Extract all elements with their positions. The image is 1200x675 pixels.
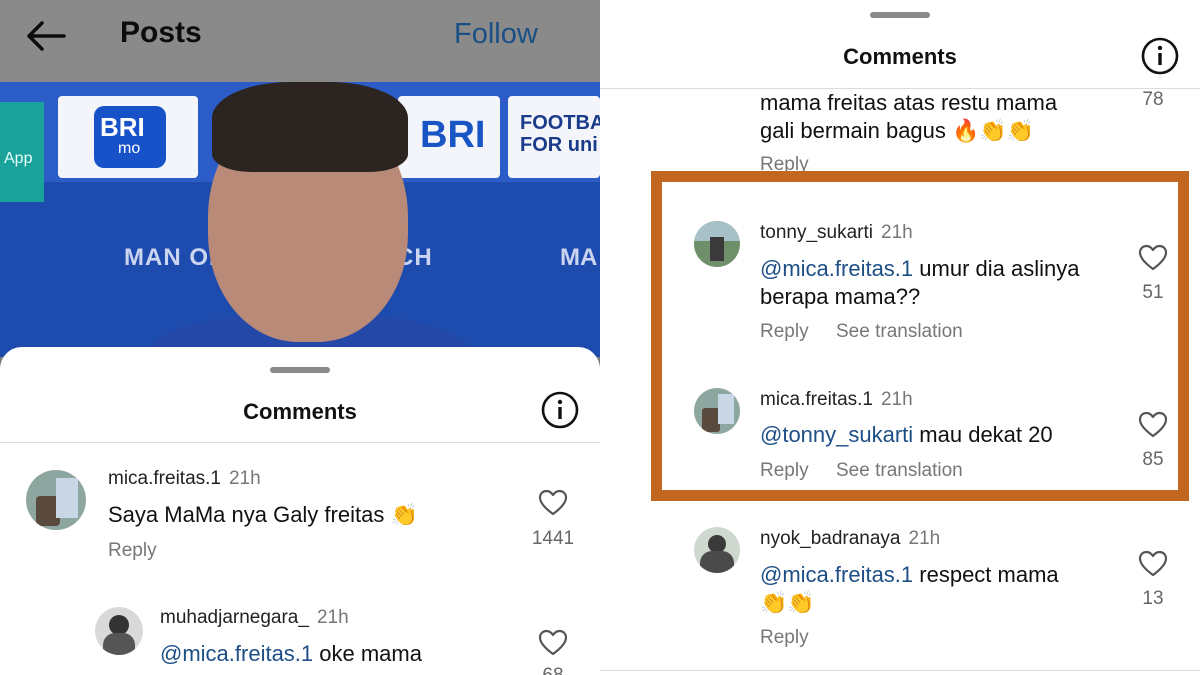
banner-text: MA xyxy=(560,244,598,271)
comment-username[interactable]: tonny_sukarti 21h xyxy=(760,222,913,244)
divider xyxy=(0,442,600,443)
username[interactable]: muhadjarnegara_ xyxy=(160,607,309,628)
comment-username[interactable]: nyok_badranaya 21h xyxy=(760,528,940,550)
comment-body: mau dekat 20 xyxy=(913,422,1053,447)
reply-button[interactable]: Reply xyxy=(760,154,809,172)
comment-text: gali bermain bagus 🔥👏👏 xyxy=(760,118,1035,143)
comment-time: 21h xyxy=(881,222,913,243)
comments-title: Comments xyxy=(243,399,357,424)
football-banner-text: FOOTBA FOR uni xyxy=(520,112,600,156)
like-count: 78 xyxy=(1142,89,1164,110)
comment-time: 21h xyxy=(880,389,913,410)
comments-title: Comments xyxy=(843,44,957,69)
like-count: 51 xyxy=(1142,282,1164,303)
username[interactable]: tonny_sukarti xyxy=(760,222,873,243)
avatar[interactable] xyxy=(95,607,143,655)
comment-text: berapa mama?? xyxy=(760,284,921,309)
like-count: 68 xyxy=(523,665,583,675)
reply-button[interactable]: Reply xyxy=(760,460,809,482)
comment-time: 21h xyxy=(316,607,349,628)
follow-button[interactable]: Follow xyxy=(454,18,538,51)
heart-icon[interactable] xyxy=(1138,550,1168,578)
info-circle-icon[interactable] xyxy=(1140,36,1180,76)
post-video[interactable]: App BRI mo BRI FOOTBA FOR uni MAN OF CH … xyxy=(0,82,600,357)
comment-text: @mica.freitas.1 umur dia aslinya xyxy=(760,254,1079,283)
comment-time: 21h xyxy=(908,528,941,549)
heart-icon[interactable] xyxy=(1138,411,1168,439)
avatar[interactable] xyxy=(26,470,86,530)
drag-handle[interactable] xyxy=(270,367,330,373)
like-count: 1441 xyxy=(531,528,575,549)
avatar[interactable] xyxy=(694,527,740,573)
username[interactable]: mica.freitas.1 xyxy=(760,389,873,410)
post-header: Posts Follow xyxy=(0,0,600,82)
heart-icon[interactable] xyxy=(1138,244,1168,272)
left-panel: Posts Follow App BRI mo BRI FOOTBA FOR u… xyxy=(0,0,600,675)
comment-text: @mica.freitas.1 oke mama xyxy=(160,639,422,668)
bri-logo-text: BRI xyxy=(100,112,145,142)
arrow-left-icon[interactable] xyxy=(24,18,68,54)
comments-sheet: Comments mica.freitas.1 21h Saya MaMa nya… xyxy=(0,347,600,675)
avatar[interactable] xyxy=(694,221,740,267)
like-count: 13 xyxy=(1142,588,1164,609)
username[interactable]: nyok_badranaya xyxy=(760,528,901,549)
comment-text: @mica.freitas.1 respect mama xyxy=(760,560,1059,589)
reply-button[interactable]: Reply xyxy=(760,627,809,649)
mention-link[interactable]: @mica.freitas.1 xyxy=(760,562,913,587)
comment-body: umur dia aslinya xyxy=(913,256,1080,281)
drag-handle[interactable] xyxy=(870,12,930,18)
see-translation-button[interactable]: See translation xyxy=(836,321,963,343)
mention-link[interactable]: @mica.freitas.1 xyxy=(160,641,313,666)
right-panel: Comments mama freitas atas restu mama ga… xyxy=(600,0,1200,675)
page-title: Posts xyxy=(120,16,202,49)
comment-username[interactable]: muhadjarnegara_ 21h xyxy=(160,607,349,629)
comment-text: @tonny_sukarti mau dekat 20 xyxy=(760,420,1053,449)
mention-link[interactable]: @mica.freitas.1 xyxy=(760,256,913,281)
reply-button[interactable]: Reply xyxy=(108,540,157,562)
bri-logo-subtext: mo xyxy=(118,140,141,157)
comment-text: Saya MaMa nya Galy freitas 👏 xyxy=(108,502,418,527)
like-count: 85 xyxy=(1142,449,1164,470)
comment-body: oke mama xyxy=(313,641,422,666)
see-translation-button[interactable]: See translation xyxy=(836,460,963,482)
app-banner-label: App xyxy=(4,150,33,167)
reply-button[interactable]: Reply xyxy=(760,321,809,343)
comment-text: mama freitas atas restu mama xyxy=(760,90,1058,115)
username[interactable]: mica.freitas.1 xyxy=(108,468,221,489)
avatar[interactable] xyxy=(694,388,740,434)
player-hair xyxy=(212,82,408,172)
comment-time: 21h xyxy=(228,468,261,489)
info-circle-icon[interactable] xyxy=(540,390,580,430)
comment-body: respect mama xyxy=(913,562,1059,587)
heart-icon[interactable] xyxy=(538,489,568,517)
mention-link[interactable]: @tonny_sukarti xyxy=(760,422,913,447)
comment-text: 👏👏 xyxy=(760,590,815,615)
bri-logo-text: BRI xyxy=(420,114,486,156)
comment-username[interactable]: mica.freitas.1 21h xyxy=(108,468,261,490)
divider xyxy=(600,670,1200,671)
heart-icon[interactable] xyxy=(538,629,568,657)
comment-username[interactable]: mica.freitas.1 21h xyxy=(760,389,913,411)
